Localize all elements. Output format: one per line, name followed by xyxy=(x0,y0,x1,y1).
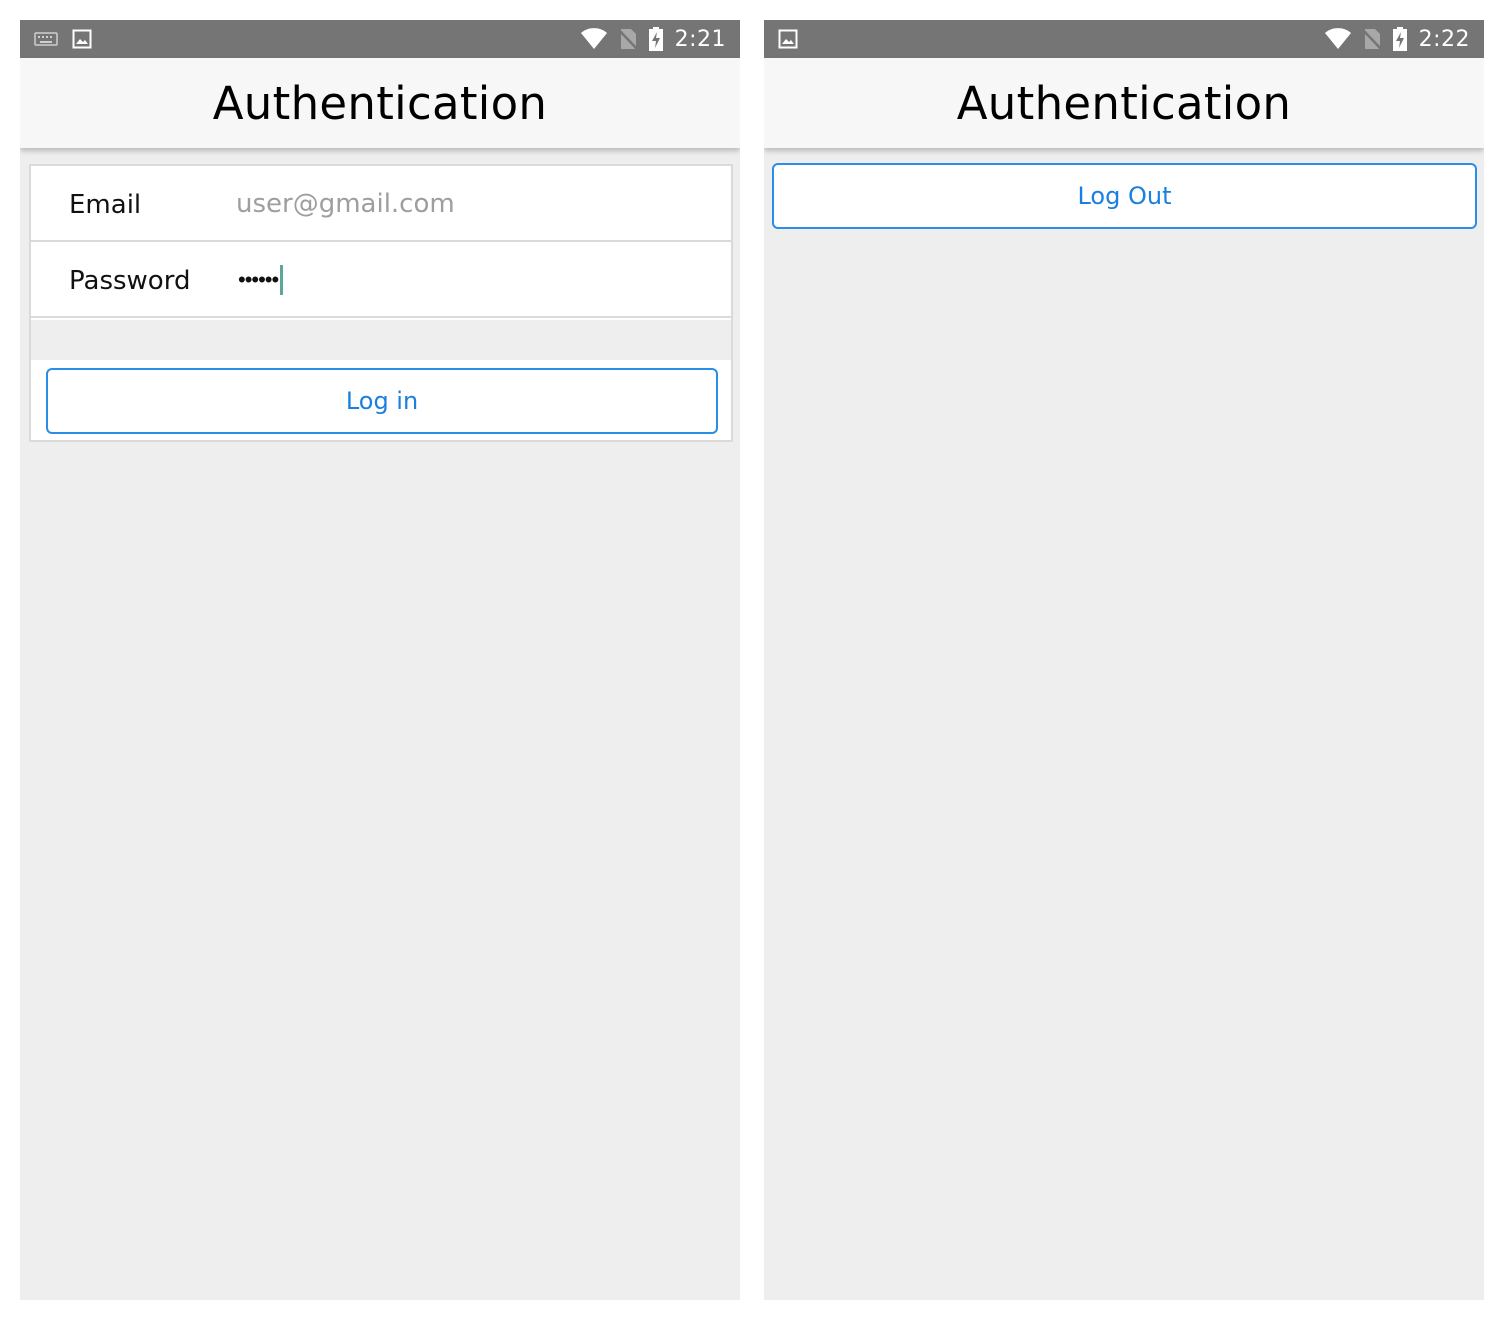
image-icon xyxy=(72,29,92,49)
status-bar: 2:22 xyxy=(764,20,1484,58)
password-field[interactable]: •••••• xyxy=(238,262,284,298)
form-spacer xyxy=(31,320,731,360)
login-form: Email Password •••••• Log in xyxy=(29,164,733,442)
email-field[interactable] xyxy=(236,182,706,226)
status-time: 2:21 xyxy=(674,26,726,52)
password-masked-value: •••••• xyxy=(238,267,279,292)
wifi-icon xyxy=(1324,28,1351,49)
logout-button[interactable]: Log Out xyxy=(772,163,1477,229)
login-screen: 2:21 Authentication Email Password •••••… xyxy=(20,20,740,1300)
status-time: 2:22 xyxy=(1418,26,1470,52)
login-button[interactable]: Log in xyxy=(46,368,718,434)
password-row: Password •••••• xyxy=(31,242,731,318)
email-row: Email xyxy=(31,166,731,242)
battery-charging-icon xyxy=(1392,27,1407,51)
page-title: Authentication xyxy=(212,76,548,130)
status-bar: 2:21 xyxy=(20,20,740,58)
no-sim-icon xyxy=(618,29,637,50)
navigation-bar: Authentication xyxy=(764,58,1484,148)
keyboard-icon xyxy=(34,32,58,46)
navigation-bar: Authentication xyxy=(20,58,740,148)
wifi-icon xyxy=(580,28,607,49)
battery-charging-icon xyxy=(648,27,663,51)
text-cursor xyxy=(280,265,284,295)
page-title: Authentication xyxy=(956,76,1292,130)
logged-in-screen: 2:22 Authentication Log Out xyxy=(764,20,1484,1300)
image-icon xyxy=(778,29,798,49)
email-label: Email xyxy=(69,190,142,220)
no-sim-icon xyxy=(1362,29,1381,50)
password-label: Password xyxy=(69,266,191,296)
